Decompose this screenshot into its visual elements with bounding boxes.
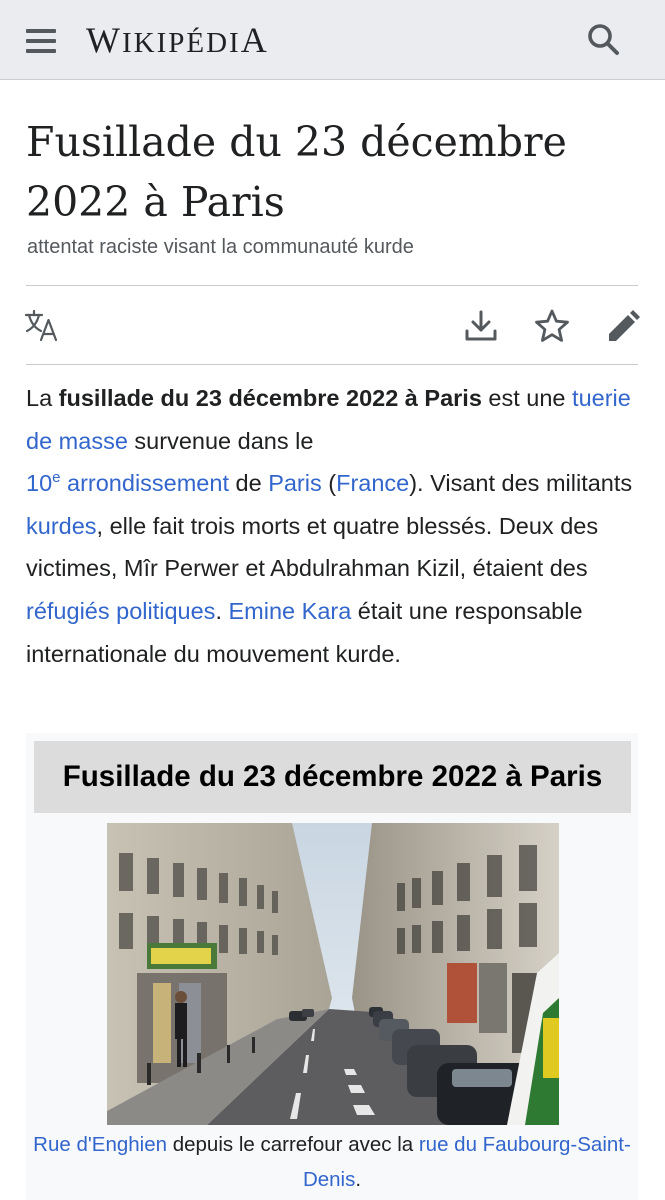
download-icon[interactable] <box>461 306 501 346</box>
search-icon[interactable] <box>584 20 624 60</box>
link-refugies-politiques[interactable]: réfugiés politiques <box>26 598 215 624</box>
divider <box>26 364 638 365</box>
wikipedia-logo[interactable]: WIKIPÉDIA <box>86 18 269 62</box>
link-rue-d-enghien[interactable]: Rue d'Enghien <box>33 1133 167 1156</box>
language-icon[interactable] <box>22 306 62 346</box>
page-description: attentat raciste visant la communauté ku… <box>27 236 414 258</box>
star-icon[interactable] <box>532 306 572 346</box>
page-title: Fusillade du 23 décembre 2022 à Paris <box>26 118 567 226</box>
hamburger-menu-icon[interactable] <box>26 26 58 54</box>
pencil-icon[interactable] <box>603 306 643 346</box>
infobox: Fusillade du 23 décembre 2022 à Paris Ru… <box>26 733 638 1200</box>
infobox-title: Fusillade du 23 décembre 2022 à Paris <box>34 741 631 813</box>
link-france[interactable]: France <box>336 470 409 496</box>
top-bar: WIKIPÉDIA <box>0 0 665 80</box>
link-10e-arrondissement[interactable]: 10e arrondissement <box>26 470 229 496</box>
lead-paragraph: La fusillade du 23 décembre 2022 à Paris… <box>26 385 633 667</box>
street-photo[interactable] <box>107 823 559 1125</box>
divider <box>26 285 638 286</box>
link-kurdes[interactable]: kurdes <box>26 513 97 539</box>
link-paris[interactable]: Paris <box>268 470 322 496</box>
link-emine-kara[interactable]: Emine Kara <box>229 598 352 624</box>
bold-term: fusillade du 23 décembre 2022 à Paris <box>58 385 482 411</box>
infobox-caption: Rue d'Enghien depuis le carrefour avec l… <box>33 1133 631 1191</box>
